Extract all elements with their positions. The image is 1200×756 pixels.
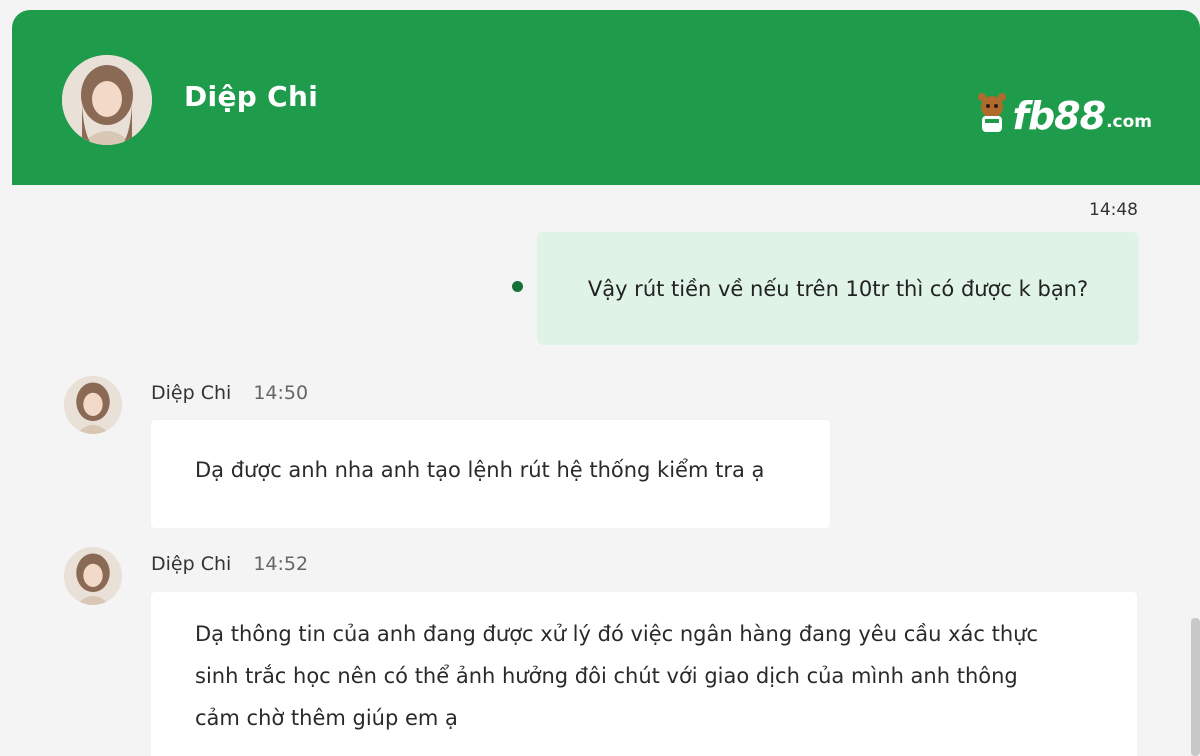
- chat-header: Diệp Chi fb88 .com: [12, 10, 1200, 185]
- message-text-line: Dạ thông tin của anh đang được xử lý đó …: [195, 622, 1039, 646]
- incoming-message-bubble[interactable]: Dạ thông tin của anh đang được xử lý đó …: [151, 592, 1137, 756]
- logo-domain-suffix: .com: [1106, 112, 1152, 132]
- sender-avatar[interactable]: [64, 547, 122, 605]
- contact-avatar[interactable]: [62, 55, 152, 145]
- outgoing-message-bubble[interactable]: Vậy rút tiền về nếu trên 10tr thì có đượ…: [537, 232, 1139, 345]
- message-timestamp: 14:48: [1089, 200, 1138, 220]
- avatar-photo-icon: [62, 55, 152, 145]
- message-text-line: cảm chờ thêm giúp em ạ: [195, 706, 458, 730]
- scrollbar-thumb[interactable]: [1191, 618, 1200, 756]
- incoming-message-bubble[interactable]: Dạ được anh nha anh tạo lệnh rút hệ thốn…: [151, 420, 830, 528]
- sender-name: Diệp Chi: [151, 382, 232, 404]
- fb88-logo: fb88 .com: [972, 92, 1152, 136]
- logo-wordmark: fb88: [1012, 94, 1106, 138]
- message-meta: Diệp Chi 14:50: [151, 382, 308, 404]
- message-timestamp: 14:50: [253, 382, 309, 404]
- sent-status-dot-icon: [512, 281, 523, 292]
- message-timestamp: 14:52: [253, 553, 309, 575]
- message-text: Dạ được anh nha anh tạo lệnh rút hệ thốn…: [195, 458, 765, 482]
- avatar-photo-icon: [64, 547, 122, 605]
- message-text: Vậy rút tiền về nếu trên 10tr thì có đượ…: [587, 276, 1089, 301]
- message-text-line: sinh trắc học nên có thể ảnh hưởng đôi c…: [195, 664, 1018, 688]
- avatar-photo-icon: [64, 376, 122, 434]
- sender-avatar[interactable]: [64, 376, 122, 434]
- sender-name: Diệp Chi: [151, 553, 232, 575]
- mascot-logo-icon: [978, 93, 1007, 132]
- contact-name: Diệp Chi: [184, 80, 319, 113]
- message-meta: Diệp Chi 14:52: [151, 553, 308, 575]
- chat-window: Diệp Chi fb88 .com 14:48 Vậy rút tiền về…: [0, 0, 1200, 756]
